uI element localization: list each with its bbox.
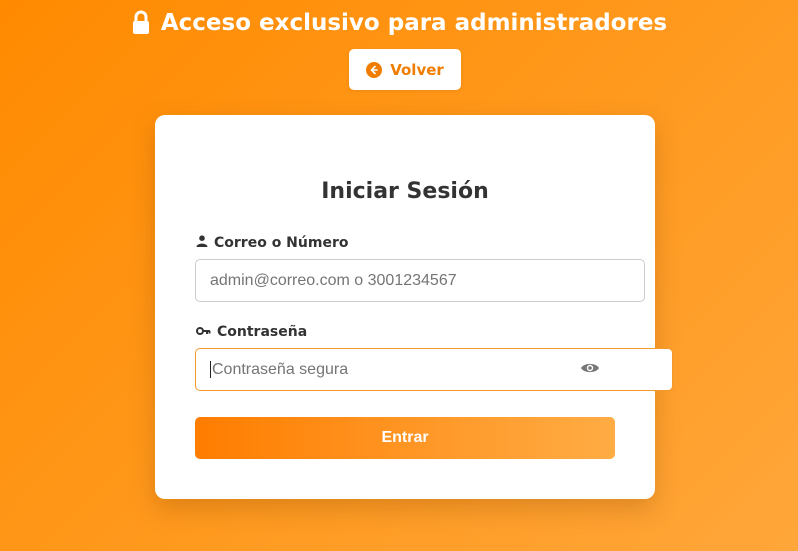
text-cursor — [210, 361, 211, 378]
password-field[interactable]: Contraseña segura — [195, 348, 673, 391]
eye-icon[interactable] — [579, 351, 601, 385]
page-title: Acceso exclusivo para administradores — [0, 10, 798, 36]
email-label-text: Correo o Número — [214, 235, 349, 251]
arrow-left-circle-icon — [366, 61, 383, 78]
user-icon — [196, 235, 208, 251]
password-placeholder: Contraseña segura — [212, 360, 349, 378]
lock-icon — [131, 10, 151, 36]
submit-button[interactable]: Entrar — [195, 417, 615, 459]
login-card: Iniciar Sesión Correo o Número admin@cor… — [155, 115, 673, 499]
password-label: Contraseña — [196, 324, 307, 340]
back-button-label: Volver — [390, 60, 444, 79]
password-label-text: Contraseña — [217, 324, 308, 340]
key-icon — [196, 324, 211, 340]
email-placeholder: admin@correo.com o 3001234567 — [210, 271, 457, 289]
login-title: Iniciar Sesión — [321, 179, 489, 204]
email-field[interactable]: admin@correo.com o 3001234567 — [195, 259, 645, 302]
email-label: Correo o Número — [196, 235, 348, 251]
back-button[interactable]: Volver — [349, 49, 461, 90]
page-title-text: Acceso exclusivo para administradores — [160, 10, 668, 36]
